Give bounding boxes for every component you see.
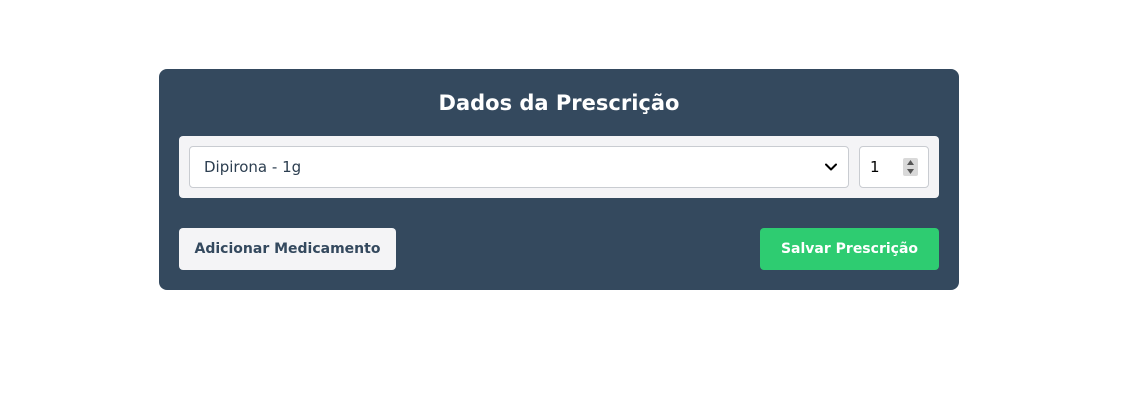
page-title: Dados da Prescrição [438,91,680,115]
medication-row: Dipirona - 1g 1 [179,136,939,198]
prescription-card: Dados da Prescrição Dipirona - 1g 1 Adic… [159,69,959,290]
save-prescription-button[interactable]: Salvar Prescrição [760,228,939,270]
medication-select[interactable]: Dipirona - 1g [189,146,849,188]
medication-select-value: Dipirona - 1g [204,158,302,176]
chevron-down-icon [824,147,838,187]
add-medication-button[interactable]: Adicionar Medicamento [179,228,396,270]
quantity-stepper[interactable]: 1 [859,146,929,188]
caret-up-icon[interactable] [903,158,918,167]
caret-down-icon[interactable] [903,167,918,176]
spinner-buttons [903,158,918,176]
quantity-value: 1 [870,158,880,176]
